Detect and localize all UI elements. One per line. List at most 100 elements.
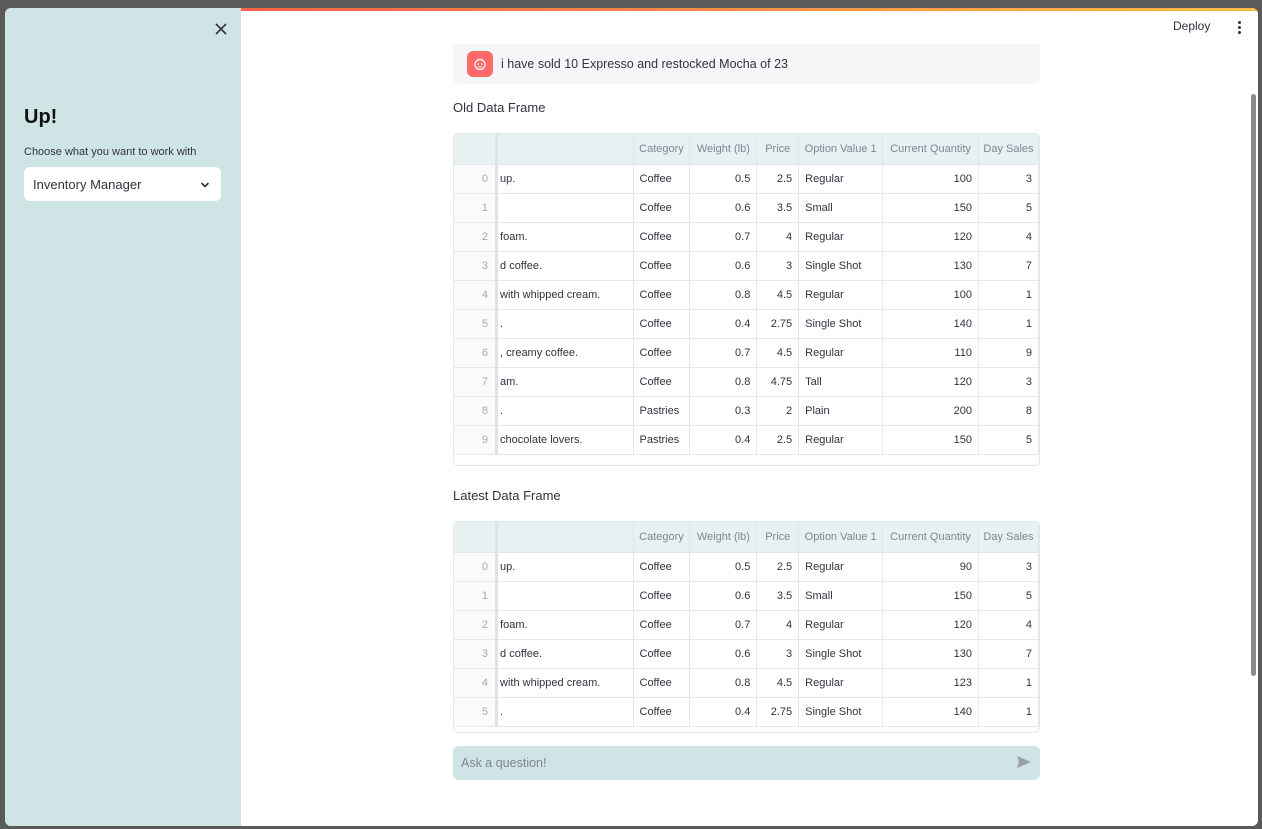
- table-row[interactable]: 3d coffee. Coffee 0.6 3 Single Shot 130 7: [454, 639, 1039, 669]
- table-row[interactable]: 6, creamy coffee. Coffee 0.7 4.5 Regular 110 9: [454, 338, 1039, 368]
- table-cell[interactable]: 8: [978, 396, 1039, 426]
- table-cell[interactable]: 4: [978, 222, 1039, 252]
- table-row[interactable]: 8. Pastries 0.3 2 Plain 200 8: [454, 396, 1039, 426]
- table-cell[interactable]: 0.6: [689, 193, 758, 223]
- table-cell[interactable]: 120: [882, 222, 979, 252]
- table-cell[interactable]: with whipped cream.: [496, 280, 634, 310]
- table-cell[interactable]: 4: [756, 222, 800, 252]
- table-cell[interactable]: Single Shot: [798, 251, 884, 281]
- table-cell[interactable]: 5: [978, 581, 1039, 611]
- table-cell[interactable]: Coffee: [633, 309, 691, 339]
- table-cell[interactable]: 2: [756, 396, 800, 426]
- table-cell[interactable]: 1: [454, 581, 499, 611]
- column-header[interactable]: [454, 134, 499, 165]
- table-cell[interactable]: 8: [454, 396, 499, 426]
- old-data-frame[interactable]: Category Weight (lb) Price Option Value 1 Cu…: [453, 133, 1040, 466]
- table-cell[interactable]: Small: [798, 193, 884, 223]
- table-cell[interactable]: 1: [978, 668, 1039, 698]
- table-cell[interactable]: 0: [454, 164, 499, 194]
- table-cell[interactable]: Regular: [798, 610, 884, 640]
- table-cell[interactable]: 110: [882, 338, 979, 368]
- table-cell[interactable]: 4: [978, 610, 1039, 640]
- column-header[interactable]: Day Sales: [978, 134, 1039, 165]
- table-cell[interactable]: 2.5: [756, 552, 800, 582]
- column-header[interactable]: [454, 522, 499, 553]
- column-header[interactable]: [496, 522, 634, 553]
- table-cell[interactable]: 2: [454, 610, 499, 640]
- table-cell[interactable]: 3: [454, 639, 499, 669]
- table-cell[interactable]: Regular: [798, 668, 884, 698]
- table-row[interactable]: 0 up. Coffee 0.5 2.5 Regular 100 3: [454, 164, 1039, 194]
- table-cell[interactable]: 1: [978, 309, 1039, 339]
- table-cell[interactable]: 7: [978, 639, 1039, 669]
- table-cell[interactable]: 2.75: [756, 309, 800, 339]
- table-cell[interactable]: 140: [882, 309, 979, 339]
- table-cell[interactable]: 3.5: [756, 581, 800, 611]
- table-row[interactable]: 4 with whipped cream. Coffee 0.8 4.5 Regular 1…: [454, 280, 1039, 310]
- table-cell[interactable]: Single Shot: [798, 639, 884, 669]
- table-cell[interactable]: Coffee: [633, 668, 691, 698]
- table-cell[interactable]: 2: [454, 222, 499, 252]
- table-cell[interactable]: Coffee: [633, 280, 691, 310]
- table-cell[interactable]: .: [496, 309, 634, 339]
- table-cell[interactable]: foam.: [496, 222, 634, 252]
- table-row[interactable]: 5. Coffee 0.4 2.75 Single Shot 140 1: [454, 309, 1039, 339]
- table-cell[interactable]: d coffee.: [496, 639, 634, 669]
- main-menu-icon[interactable]: [1233, 20, 1245, 36]
- table-cell[interactable]: Regular: [798, 425, 884, 455]
- table-cell[interactable]: Small: [798, 581, 884, 611]
- table-row[interactable]: 9 chocolate lovers. Pastries 0.4 2.5 Regular 1…: [454, 425, 1039, 455]
- table-cell[interactable]: 5: [978, 425, 1039, 455]
- table-cell[interactable]: 5: [978, 193, 1039, 223]
- table-row[interactable]: 2 foam. Coffee 0.7 4 Regular 120 4: [454, 222, 1039, 252]
- table-cell[interactable]: 4.5: [756, 338, 800, 368]
- table-cell[interactable]: 140: [882, 697, 979, 727]
- table-cell[interactable]: Pastries: [633, 425, 691, 455]
- table-cell[interactable]: Coffee: [633, 164, 691, 194]
- table-cell[interactable]: up.: [496, 552, 634, 582]
- main-scrollbar[interactable]: [1251, 94, 1256, 676]
- table-cell[interactable]: [496, 193, 634, 223]
- table-cell[interactable]: 4.5: [756, 280, 800, 310]
- table-cell[interactable]: 7: [978, 251, 1039, 281]
- table-cell[interactable]: [496, 581, 634, 611]
- table-cell[interactable]: 0.6: [689, 251, 758, 281]
- table-cell[interactable]: 3: [756, 639, 800, 669]
- table-cell[interactable]: up.: [496, 164, 634, 194]
- column-header[interactable]: Price: [756, 134, 800, 165]
- table-cell[interactable]: 1: [978, 280, 1039, 310]
- table-cell[interactable]: 0.8: [689, 280, 758, 310]
- table-cell[interactable]: 90: [882, 552, 979, 582]
- table-cell[interactable]: 0.8: [689, 367, 758, 397]
- column-header[interactable]: Category: [633, 134, 691, 165]
- table-cell[interactable]: 1: [978, 697, 1039, 727]
- table-cell[interactable]: Plain: [798, 396, 884, 426]
- table-cell[interactable]: Regular: [798, 164, 884, 194]
- column-header[interactable]: [496, 134, 634, 165]
- table-cell[interactable]: 0.5: [689, 164, 758, 194]
- close-sidebar-button[interactable]: [210, 20, 232, 42]
- table-cell[interactable]: 3: [978, 552, 1039, 582]
- table-cell[interactable]: Coffee: [633, 367, 691, 397]
- table-cell[interactable]: 200: [882, 396, 979, 426]
- table-cell[interactable]: 150: [882, 193, 979, 223]
- table-cell[interactable]: Coffee: [633, 222, 691, 252]
- table-cell[interactable]: , creamy coffee.: [496, 338, 634, 368]
- mode-select[interactable]: Inventory Manager: [24, 167, 221, 201]
- column-header[interactable]: Day Sales: [978, 522, 1039, 553]
- table-cell[interactable]: 3: [978, 164, 1039, 194]
- table-cell[interactable]: 0.7: [689, 338, 758, 368]
- table-cell[interactable]: 100: [882, 280, 979, 310]
- table-cell[interactable]: Pastries: [633, 396, 691, 426]
- column-header[interactable]: Option Value 1: [798, 134, 884, 165]
- table-cell[interactable]: Tall: [798, 367, 884, 397]
- table-cell[interactable]: 123: [882, 668, 979, 698]
- table-cell[interactable]: Single Shot: [798, 697, 884, 727]
- table-row[interactable]: 2 foam. Coffee 0.7 4 Regular 120 4: [454, 610, 1039, 640]
- table-cell[interactable]: Coffee: [633, 552, 691, 582]
- column-header[interactable]: Option Value 1: [798, 522, 884, 553]
- table-cell[interactable]: 2.5: [756, 164, 800, 194]
- table-cell[interactable]: 0.6: [689, 581, 758, 611]
- table-cell[interactable]: Regular: [798, 552, 884, 582]
- table-cell[interactable]: d coffee.: [496, 251, 634, 281]
